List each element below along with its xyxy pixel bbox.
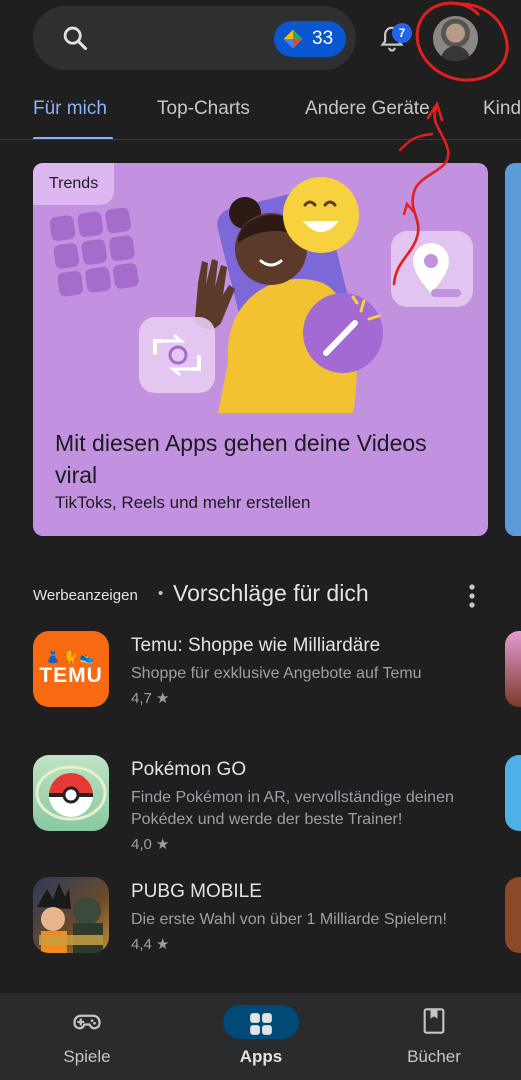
ads-label: Werbeanzeigen [33,587,138,604]
trends-tag: Trends [33,163,115,205]
search-icon [63,26,88,51]
play-points-badge[interactable]: 33 [274,21,346,57]
nav-label-apps: Apps [239,1047,283,1066]
gamepad-icon [73,1014,101,1030]
next-app-icon-peek[interactable] [505,877,521,953]
app-rating: 4,7 ★ [131,690,170,707]
nav-label-spiele: Spiele [63,1047,111,1066]
app-rating: 4,0 ★ [131,836,170,853]
list-item-pubg-mobile[interactable]: PUBG MOBILE Die erste Wahl von über 1 Mi… [33,877,503,957]
tab-top-charts[interactable]: Top-Charts [157,98,250,120]
feature-subtitle: TikToks, Reels und mehr erstellen [55,493,311,512]
app-description: Die erste Wahl von über 1 Milliarde Spie… [131,911,447,928]
category-tabs: Für mich Top-Charts Andere Geräte Kinder [0,88,521,140]
list-item-temu[interactable]: 👗🐈👟 TEMU Temu: Shoppe wie Milliardäre Sh… [33,631,503,711]
nav-label-buecher: Bücher [407,1047,461,1066]
pokemon-go-app-icon [33,755,109,831]
tab-kinder[interactable]: Kinder [483,98,521,120]
search-bar[interactable]: 33 [33,6,356,70]
app-name: Pokémon GO [131,759,247,780]
bookmark-icon [423,1008,445,1034]
temu-icon-glyphs: 👗🐈👟 [45,650,97,664]
pokeball-icon [35,765,107,821]
active-tab-indicator [33,137,113,139]
app-name: PUBG MOBILE [131,881,262,902]
app-description: Finde Pokémon in AR, vervollständige dei… [131,789,454,828]
profile-avatar[interactable] [433,16,478,61]
next-app-icon-peek[interactable] [505,755,521,831]
next-feature-card-peek[interactable] [505,163,521,536]
nav-buecher[interactable]: Bücher [369,993,499,1080]
play-points-icon [283,29,303,49]
nav-apps[interactable]: Apps [196,993,326,1080]
app-description: Shoppe für exklusive Angebote auf Temu [131,665,422,682]
nav-spiele[interactable]: Spiele [22,993,152,1080]
bottom-navigation: Spiele Apps Bücher [0,993,521,1080]
next-app-icon-peek[interactable] [505,631,521,707]
notification-count-badge: 7 [392,23,412,43]
tab-andere-geraete[interactable]: Andere Geräte [305,98,430,120]
pubg-mobile-app-icon [33,877,109,953]
temu-app-icon: 👗🐈👟 TEMU [33,631,109,707]
app-name: Temu: Shoppe wie Milliardäre [131,635,381,656]
app-rating: 4,4 ★ [131,936,170,953]
trends-feature-card[interactable]: Trends Mit diesen Apps gehen deine Video… [33,163,488,536]
list-item-pokemon-go[interactable]: Pokémon GO Finde Pokémon in AR, vervolls… [33,755,503,853]
tab-fuer-mich[interactable]: Für mich [33,98,107,120]
section-title: Vorschläge für dich [173,580,369,606]
play-points-count: 33 [312,28,334,49]
feature-title: Mit diesen Apps gehen deine Videos viral [55,430,427,488]
avatar-photo [441,46,470,61]
temu-icon-text: TEMU [39,664,103,687]
apps-grid-icon [250,1013,272,1035]
separator-dot: • [158,585,164,602]
more-options-icon[interactable] [462,582,482,610]
pubg-artwork [37,883,103,953]
